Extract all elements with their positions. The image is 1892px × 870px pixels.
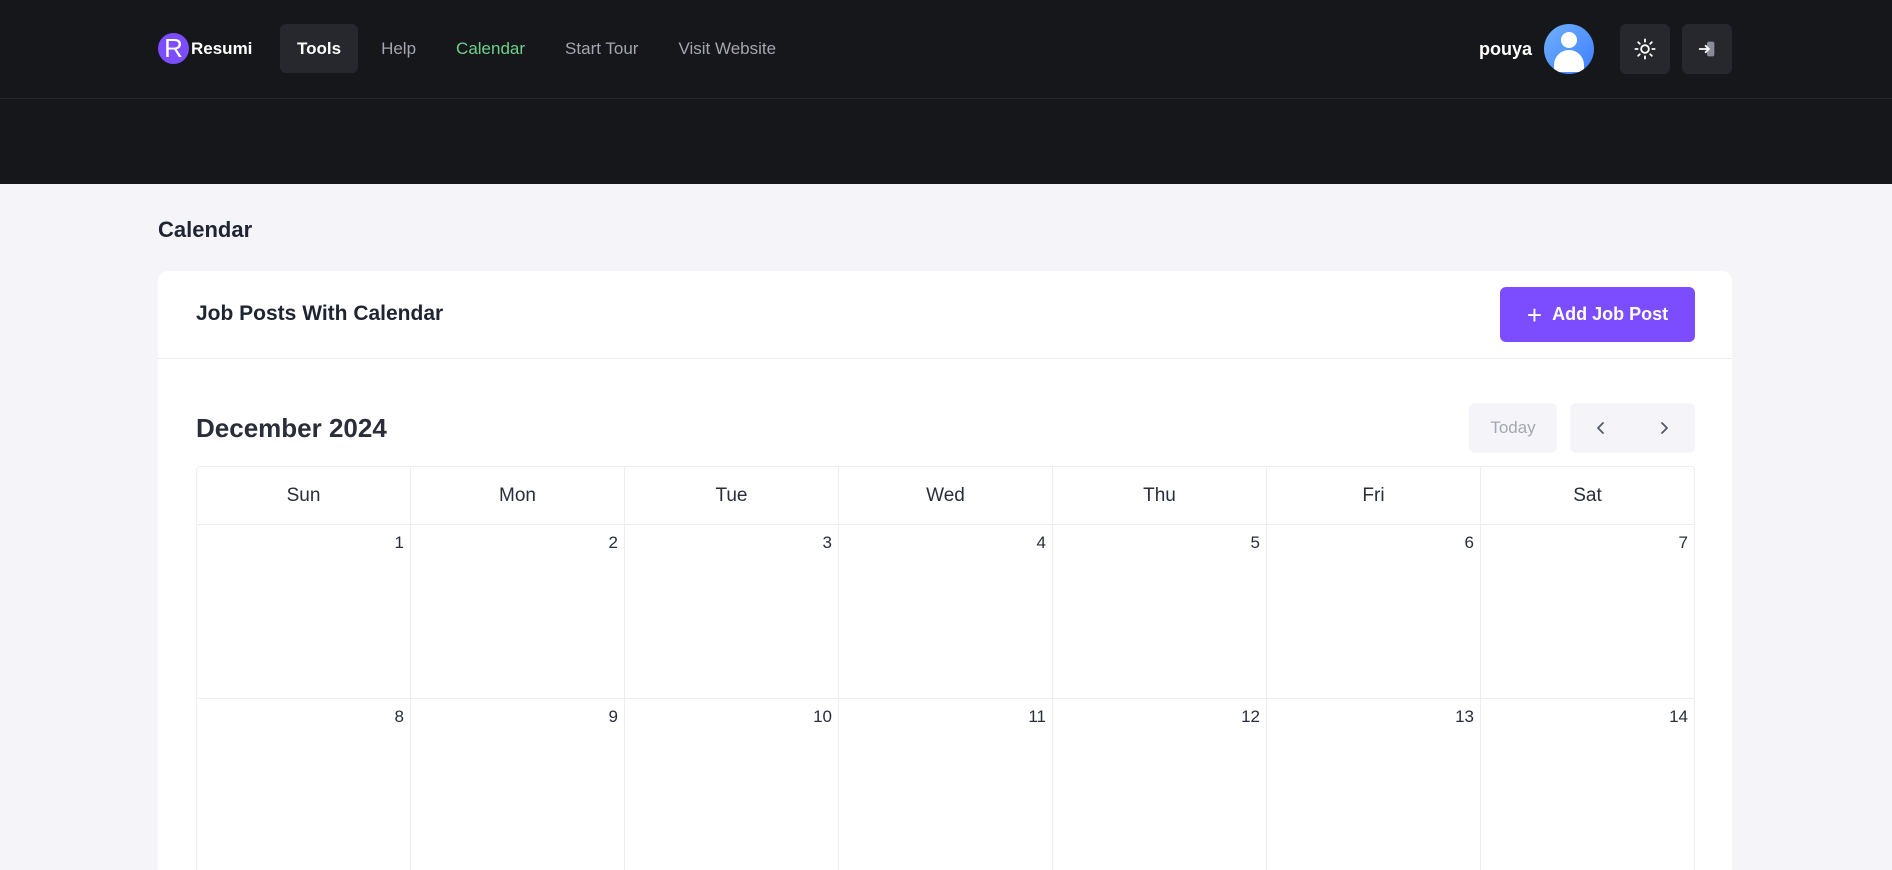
day-number: 3 <box>822 533 832 552</box>
app-name: Resumi <box>191 38 253 58</box>
day-number: 1 <box>394 533 404 552</box>
day-number: 14 <box>1669 707 1688 726</box>
chevron-left-icon <box>1597 422 1605 434</box>
page-title: Calendar <box>158 217 253 242</box>
weekday-header: Thu <box>1053 467 1267 524</box>
day-number: 10 <box>813 707 832 726</box>
weekday-header: Wed <box>839 467 1053 524</box>
nav-calendar[interactable]: Calendar <box>439 24 542 73</box>
logout-button[interactable] <box>1682 24 1732 74</box>
day-number: 4 <box>1036 533 1046 552</box>
add-job-post-button[interactable]: + Add Job Post <box>1500 287 1695 342</box>
nav-tools[interactable]: Tools <box>280 24 359 73</box>
calendar-grid: Sun Mon Tue Wed Thu Fri Sat 1 2 3 4 5 6 … <box>196 466 1695 870</box>
theme-toggle-button[interactable] <box>1620 24 1670 74</box>
day-cell[interactable]: 14 <box>1481 699 1694 870</box>
day-cell[interactable]: 7 <box>1481 525 1694 698</box>
weekday-header-row: Sun Mon Tue Wed Thu Fri Sat <box>197 467 1694 525</box>
top-header: R Resumi Tools Help Calendar Start Tour … <box>0 0 1892 184</box>
day-cell[interactable]: 12 <box>1053 699 1267 870</box>
avatar-body <box>1554 50 1584 72</box>
day-number: 13 <box>1455 707 1474 726</box>
day-cell[interactable]: 11 <box>839 699 1053 870</box>
day-cell[interactable]: 13 <box>1267 699 1481 870</box>
day-cell[interactable]: 3 <box>625 525 839 698</box>
main-nav: Tools Help Calendar Start Tour Visit Web… <box>280 24 799 73</box>
day-number: 2 <box>608 533 618 552</box>
chevron-right-icon <box>1660 422 1668 434</box>
day-number: 9 <box>608 707 618 726</box>
month-title: December 2024 <box>196 413 387 443</box>
day-number: 11 <box>1028 707 1046 726</box>
day-cell[interactable]: 8 <box>197 699 411 870</box>
card-title: Job Posts With Calendar <box>196 302 444 325</box>
today-button[interactable]: Today <box>1469 403 1557 453</box>
sign-in-icon <box>1698 41 1715 57</box>
calendar-card: Job Posts With Calendar + Add Job Post D… <box>158 271 1732 870</box>
next-month-button[interactable] <box>1633 403 1696 453</box>
nav-start-tour[interactable]: Start Tour <box>548 24 655 73</box>
navbar: R Resumi Tools Help Calendar Start Tour … <box>0 0 1892 99</box>
weekday-header: Sun <box>197 467 411 524</box>
username: pouya <box>1478 38 1532 59</box>
card-header: Job Posts With Calendar + Add Job Post <box>158 271 1732 359</box>
day-cell[interactable]: 4 <box>839 525 1053 698</box>
day-number: 5 <box>1250 533 1260 552</box>
logo-mark: R <box>158 33 189 64</box>
sun-icon <box>1634 38 1656 60</box>
user-avatar-icon[interactable] <box>1544 24 1594 74</box>
day-cell[interactable]: 9 <box>411 699 625 870</box>
logo[interactable]: R Resumi <box>158 33 252 64</box>
month-nav <box>1570 403 1695 453</box>
calendar-week: 8 9 10 11 12 13 14 <box>197 699 1694 870</box>
day-number: 7 <box>1678 533 1688 552</box>
add-job-post-label: Add Job Post <box>1552 304 1669 324</box>
weekday-header: Fri <box>1267 467 1481 524</box>
day-cell[interactable]: 5 <box>1053 525 1267 698</box>
weekday-header: Tue <box>625 467 839 524</box>
weekday-header: Mon <box>411 467 625 524</box>
day-number: 8 <box>394 707 404 726</box>
day-cell[interactable]: 10 <box>625 699 839 870</box>
nav-help[interactable]: Help <box>364 24 433 73</box>
calendar-toolbar: December 2024 Today <box>196 403 1695 453</box>
day-number: 6 <box>1464 533 1474 552</box>
nav-visit-website[interactable]: Visit Website <box>661 24 793 73</box>
plus-icon: + <box>1526 299 1543 330</box>
day-cell[interactable]: 1 <box>197 525 411 698</box>
avatar-head <box>1561 32 1577 48</box>
user-area: pouya <box>1479 24 1732 74</box>
calendar-week: 1 2 3 4 5 6 7 <box>197 525 1694 699</box>
day-cell[interactable]: 2 <box>411 525 625 698</box>
day-cell[interactable]: 6 <box>1267 525 1481 698</box>
weekday-header: Sat <box>1573 485 1602 506</box>
prev-month-button[interactable] <box>1570 403 1633 453</box>
day-number: 12 <box>1241 707 1260 726</box>
